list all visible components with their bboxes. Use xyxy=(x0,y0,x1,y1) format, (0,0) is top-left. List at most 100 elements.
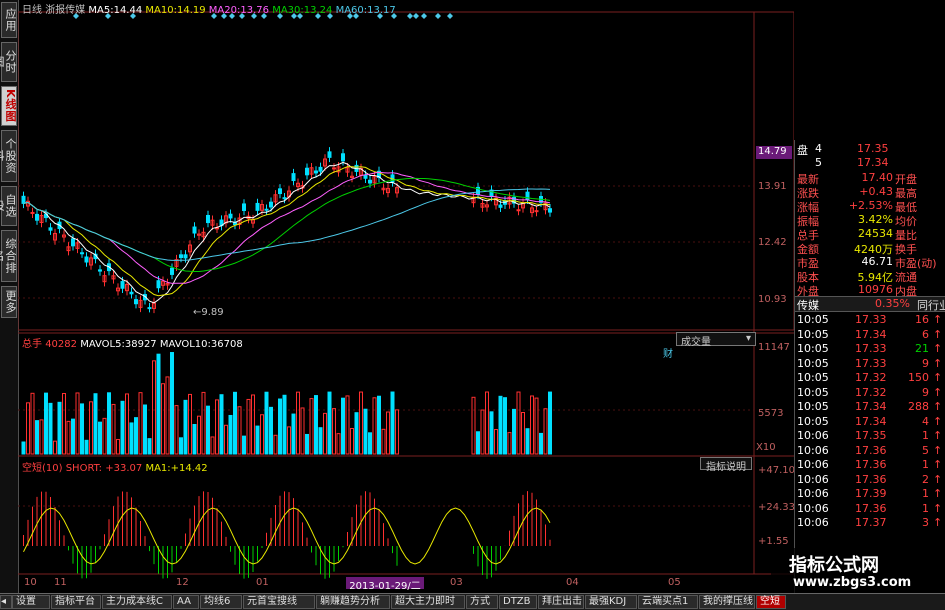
volume-bar xyxy=(354,412,359,455)
sidebar-tab-watchlist[interactable]: 自选股 xyxy=(0,186,17,226)
tick-volume: 288 xyxy=(908,400,929,413)
volume-bar xyxy=(93,393,98,455)
volume-bar xyxy=(260,414,264,455)
tick-price: 17.37 xyxy=(855,516,887,529)
volume-bar xyxy=(206,405,210,455)
volume-bar xyxy=(287,426,291,455)
tick-volume: 150 xyxy=(908,371,929,384)
indicator-tab[interactable]: AA xyxy=(173,595,199,609)
candlestick xyxy=(170,267,174,275)
indicator-tab[interactable]: 拜庄出击 xyxy=(538,595,584,609)
candlestick xyxy=(498,204,503,208)
tick-volume: 1 xyxy=(922,429,929,442)
tick-time: 10:05 xyxy=(797,385,829,399)
indicator-tab[interactable]: 元首宝搜线 xyxy=(243,595,315,609)
ma-header: 日线 浙报传媒 MA5:14.44 MA10:14.19 MA20:13.76 … xyxy=(22,1,396,16)
volume-bar xyxy=(498,395,503,455)
quote-row: 涨幅 +2.53% 最低 xyxy=(795,199,945,214)
volume-bar xyxy=(480,409,485,455)
indicator-tab[interactable]: 空短 xyxy=(756,595,786,609)
kline-chart-area[interactable] xyxy=(18,0,794,593)
volume-bar xyxy=(327,391,332,455)
tick-time: 10:05 xyxy=(797,327,829,341)
indicator-help-button[interactable]: 指标说明 xyxy=(700,457,752,473)
ma10-label: MA10: xyxy=(145,5,177,16)
indicator-tab[interactable]: 主力成本线C xyxy=(102,595,172,609)
indicator-tab[interactable]: 我的撑压线 xyxy=(699,595,755,609)
indicator-tab[interactable]: 最强KDJ xyxy=(585,595,637,609)
candlestick xyxy=(516,209,521,212)
ma20-value: 13.76 xyxy=(240,5,269,16)
ma1-value: +14.42 xyxy=(170,463,208,474)
indicator-tab[interactable]: 方式 xyxy=(466,595,498,609)
tick-price: 17.34 xyxy=(855,400,887,413)
candlestick xyxy=(120,281,125,289)
ma10-value: 14.19 xyxy=(176,5,206,16)
indicator-tab[interactable]: 指标平台 xyxy=(51,595,101,609)
volume-bar xyxy=(237,406,242,455)
indicator-tab[interactable]: 超大主力即时 xyxy=(391,595,465,609)
volume-bar xyxy=(66,420,71,455)
candlestick xyxy=(179,254,183,259)
up-arrow-icon: ↑ xyxy=(933,327,943,341)
ma5-value: 14.44 xyxy=(113,5,143,16)
volume-bar xyxy=(125,393,129,455)
volume-bar xyxy=(215,399,219,455)
ma20-label: MA20: xyxy=(208,5,241,16)
sidebar-tab-ranking[interactable]: 综合排名 xyxy=(0,230,17,282)
sidebar-tab-intraday[interactable]: 分时图 xyxy=(0,42,17,82)
indicator-tab[interactable]: 均线6 xyxy=(200,595,242,609)
volume-bar xyxy=(273,434,278,455)
volume-bar xyxy=(107,392,111,455)
finance-marker[interactable]: 财 xyxy=(663,345,673,360)
up-arrow-icon: ↑ xyxy=(933,313,943,326)
up-arrow-icon: ↑ xyxy=(933,385,943,399)
indicator-tab[interactable]: 躺赚趋势分析 xyxy=(316,595,390,609)
volume-bar xyxy=(395,409,399,455)
candlestick xyxy=(98,269,102,272)
volume-bar xyxy=(512,408,516,455)
quote-row: 涨跌 +0.43 最高 xyxy=(795,185,945,200)
sidebar-tab-more[interactable]: 更多 xyxy=(1,286,17,318)
quote-row: 总手 24534 量比 xyxy=(795,227,945,242)
volume-label: 总手 xyxy=(22,339,42,350)
tick-volume: 9 xyxy=(922,356,929,370)
tick-price: 17.34 xyxy=(855,414,887,428)
quote-value: 24534 xyxy=(858,227,893,240)
tick-price: 17.32 xyxy=(855,371,887,384)
sidebar-tab-app[interactable]: 应用 xyxy=(1,2,17,38)
industry-name: 传媒 xyxy=(797,299,819,312)
tick-time: 10:05 xyxy=(797,342,829,355)
volume-bar xyxy=(165,376,170,455)
ask-volume: 4 xyxy=(815,142,822,155)
volume-indicator-dropdown[interactable]: 成交量 ▾ xyxy=(676,332,756,348)
volume-bar xyxy=(188,393,192,455)
sidebar-tab-stock-info[interactable]: 个股资料 xyxy=(0,130,17,182)
signal-diamond-icon xyxy=(421,13,427,19)
volume-bar xyxy=(219,394,224,455)
indicator-tab[interactable]: 设置 xyxy=(12,595,50,609)
volume-bar xyxy=(359,391,363,455)
indicator-label: 空短(10) SHORT: xyxy=(22,463,103,474)
watermark-title: 指标公式网 xyxy=(789,555,879,576)
tick-price: 17.36 xyxy=(855,472,887,486)
volume-tick: X10 xyxy=(756,442,776,453)
indicator-tab[interactable]: 云端买点1 xyxy=(638,595,698,609)
industry-tab[interactable]: 同行业 xyxy=(917,297,945,313)
watermark-url: www.zbgs3.com xyxy=(793,575,912,590)
mavol5-value: 38927 xyxy=(124,339,157,350)
volume-bar xyxy=(318,427,323,455)
chevron-down-icon: ▾ xyxy=(745,333,751,344)
volume-tick: 5573 xyxy=(758,408,784,419)
indicator-tab[interactable]: DTZB xyxy=(499,595,537,609)
tick-time: 10:05 xyxy=(797,356,829,370)
tick-price: 17.32 xyxy=(855,385,887,399)
quote-row: 外盘 10976 内盘 xyxy=(795,283,945,298)
volume-bar xyxy=(341,397,345,455)
tick-price: 17.33 xyxy=(855,313,887,326)
scroll-left-icon[interactable]: ◂ xyxy=(0,595,12,609)
tick-time: 10:05 xyxy=(797,414,829,428)
industry-row: 传媒 0.35% 同行业 xyxy=(795,296,945,312)
volume-bar xyxy=(521,412,525,455)
sidebar-tab-kline[interactable]: K线图 xyxy=(1,86,17,126)
